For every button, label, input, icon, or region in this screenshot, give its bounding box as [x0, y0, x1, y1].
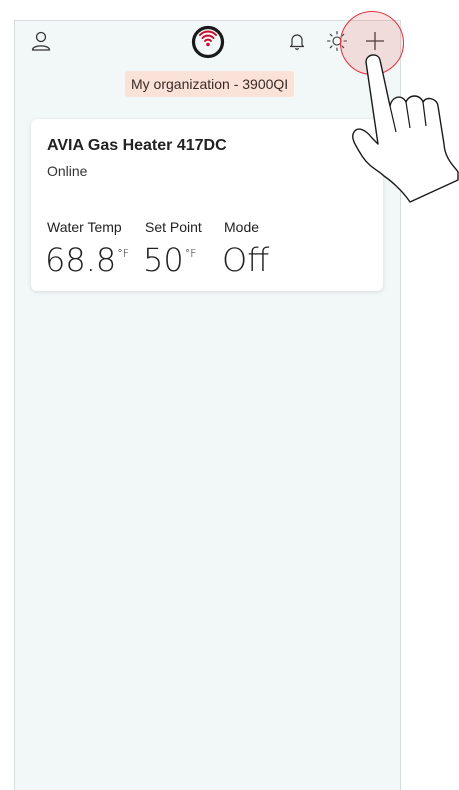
mode-label: Mode — [224, 219, 260, 235]
sun-icon — [326, 30, 348, 52]
bell-icon — [289, 34, 305, 50]
app-logo — [189, 23, 227, 59]
water-temp-label: Water Temp — [47, 219, 122, 235]
device-name: AVIA Gas Heater 417DC — [47, 137, 227, 154]
app-frame: My organization - 3900QI AVIA Gas Heater… — [14, 20, 401, 790]
screen: My organization - 3900QI AVIA Gas Heater… — [0, 0, 459, 790]
theme-toggle-button[interactable] — [325, 29, 349, 53]
notifications-button[interactable] — [285, 29, 309, 53]
add-device-button[interactable] — [359, 25, 391, 57]
top-bar — [15, 21, 400, 65]
mode-value: Off — [222, 241, 270, 279]
set-point-value: 50°F — [143, 241, 197, 279]
profile-button[interactable] — [27, 27, 55, 55]
plus-icon — [366, 32, 384, 50]
wifi-logo-icon — [191, 25, 225, 59]
user-icon — [31, 31, 51, 51]
set-point-unit: °F — [184, 247, 197, 260]
organization-selector[interactable]: My organization - 3900QI — [125, 71, 295, 97]
water-temp-unit: °F — [117, 247, 130, 260]
device-status: Online — [47, 163, 88, 179]
water-temp-number: 68.8 — [45, 241, 117, 279]
device-card[interactable]: AVIA Gas Heater 417DC Online Water Temp … — [31, 119, 383, 291]
set-point-number: 50 — [143, 241, 184, 279]
status-indicator — [359, 143, 366, 150]
set-point-label: Set Point — [145, 219, 202, 235]
water-temp-value: 68.8°F — [45, 241, 129, 279]
